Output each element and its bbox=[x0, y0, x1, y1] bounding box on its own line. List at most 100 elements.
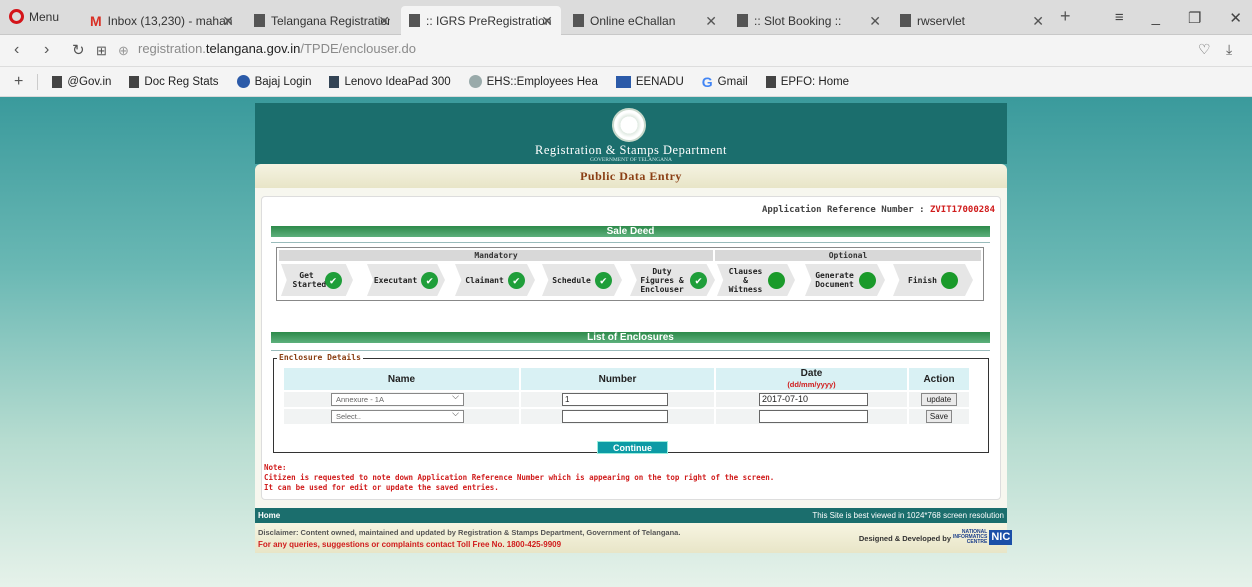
bookmark-doc-reg-stats[interactable]: Doc Reg Stats bbox=[129, 75, 219, 88]
table-row: Select.. Save bbox=[284, 407, 971, 424]
enclosure-name-select[interactable]: Annexure - 1A bbox=[331, 391, 464, 406]
enclosure-number-input[interactable] bbox=[562, 410, 668, 423]
step-schedule[interactable]: Schedule ✔ bbox=[542, 264, 622, 296]
telangana-emblem-icon bbox=[612, 108, 646, 142]
page-icon bbox=[129, 75, 140, 88]
enclosure-details-fieldset: Enclosure Details Name Number Date (dd/mm… bbox=[273, 353, 989, 454]
step-claimant[interactable]: Claimant ✔ bbox=[455, 264, 535, 296]
developed-by-text: Designed & Developed by bbox=[858, 534, 951, 543]
toll-free-text: For any queries, suggestions or complain… bbox=[258, 540, 562, 549]
page-icon bbox=[409, 14, 420, 27]
heart-icon[interactable]: ♡ bbox=[1198, 41, 1211, 58]
table-header-row: Name Number Date (dd/mm/yyyy) Action bbox=[284, 368, 971, 391]
table-row: Annexure - 1A 1 2017-07-10 update bbox=[284, 390, 971, 408]
page-icon bbox=[52, 75, 63, 88]
optional-group-header: Optional bbox=[715, 250, 981, 261]
reload-icon[interactable]: ↻ bbox=[72, 41, 85, 59]
gmail-icon: M bbox=[90, 12, 102, 29]
enclosures-title: List of Enclosures bbox=[271, 332, 990, 343]
save-button[interactable]: Save bbox=[926, 410, 952, 423]
bookmark-eenadu[interactable]: EENADU bbox=[615, 75, 684, 88]
enclosure-table: Name Number Date (dd/mm/yyyy) Action Anne… bbox=[284, 368, 971, 424]
site-header: Registration & Stamps Department GOVERNM… bbox=[255, 103, 1007, 164]
forward-icon[interactable]: › bbox=[44, 41, 49, 59]
section-title: Public Data Entry bbox=[255, 164, 1007, 188]
note-block: Note: Citizen is requested to note down … bbox=[264, 463, 774, 493]
site-container: Registration & Stamps Department GOVERNM… bbox=[255, 103, 1013, 587]
restore-icon[interactable]: ❐ bbox=[1188, 9, 1201, 27]
close-icon[interactable]: ✕ bbox=[1032, 13, 1044, 30]
check-icon: ✔ bbox=[690, 271, 707, 289]
note-title: Note: bbox=[264, 463, 287, 472]
deed-title: Sale Deed bbox=[271, 226, 990, 237]
application-reference: Application Reference Number : ZVIT17000… bbox=[761, 205, 995, 215]
close-icon[interactable]: ✕ bbox=[705, 13, 717, 30]
google-icon: G bbox=[701, 73, 713, 90]
update-button[interactable]: update bbox=[921, 393, 957, 406]
new-tab-icon[interactable]: + bbox=[1060, 6, 1071, 27]
add-bookmark-icon[interactable]: + bbox=[14, 73, 23, 91]
tab-rwservlet[interactable]: rwservlet ✕ bbox=[892, 6, 1052, 35]
back-icon[interactable]: ‹ bbox=[14, 41, 19, 59]
department-name: Registration & Stamps Department bbox=[534, 143, 727, 157]
opera-menu[interactable]: Menu bbox=[9, 9, 59, 24]
tab-online-echallan[interactable]: Online eChallan ✕ bbox=[565, 6, 725, 35]
step-generate-document[interactable]: Generate Document bbox=[805, 264, 885, 296]
bookmark-ehs[interactable]: EHS::Employees Hea bbox=[468, 75, 598, 88]
step-finish[interactable]: Finish bbox=[893, 264, 973, 296]
check-icon: ✔ bbox=[594, 271, 612, 289]
enclosure-date-input[interactable]: 2017-07-10 bbox=[759, 393, 868, 406]
continue-button[interactable]: Continue bbox=[597, 441, 668, 454]
minimize-icon[interactable]: _ bbox=[1152, 9, 1160, 27]
enclosure-number-input[interactable]: 1 bbox=[562, 393, 668, 406]
tab-gmail[interactable]: M Inbox (13,230) - mahan ✕ bbox=[82, 6, 242, 35]
pending-dot-icon bbox=[940, 271, 958, 289]
tab-menu-icon[interactable]: ≡ bbox=[1115, 9, 1124, 27]
header-action: Action bbox=[908, 368, 971, 391]
download-icon[interactable]: ⤓ bbox=[1226, 41, 1232, 58]
bookmark-gmail[interactable]: G Gmail bbox=[702, 74, 748, 90]
progress-steps: Mandatory Optional Get Started ✔ Executa… bbox=[276, 247, 984, 301]
bookmarks-bar: + @Gov.in Doc Reg Stats Bajaj Login Leno… bbox=[0, 67, 1252, 97]
page-icon bbox=[254, 14, 265, 27]
close-window-icon[interactable]: ✕ bbox=[1229, 9, 1242, 27]
step-executant[interactable]: Executant ✔ bbox=[367, 264, 445, 296]
divider bbox=[271, 242, 990, 243]
page-icon bbox=[573, 14, 584, 27]
close-icon[interactable]: ✕ bbox=[378, 13, 390, 30]
enclosure-date-input[interactable] bbox=[759, 410, 868, 423]
home-link[interactable]: Home bbox=[258, 511, 280, 520]
laptop-icon bbox=[329, 75, 340, 88]
bookmark-epfo[interactable]: EPFO: Home bbox=[765, 75, 849, 88]
bookmark-lenovo[interactable]: Lenovo IdeaPad 300 bbox=[329, 75, 451, 88]
close-icon[interactable]: ✕ bbox=[869, 13, 881, 30]
enclosure-name-select[interactable]: Select.. bbox=[331, 408, 464, 423]
footer-bar: Home This Site is best viewed in 1024*76… bbox=[255, 508, 1007, 523]
bookmark-bajaj-login[interactable]: Bajaj Login bbox=[236, 75, 311, 88]
close-icon[interactable]: ✕ bbox=[541, 13, 553, 30]
note-line-1: Citizen is requested to note down Applic… bbox=[264, 473, 775, 482]
step-duty-figures[interactable]: Duty Figures & Enclouser ✔ bbox=[630, 264, 715, 296]
tab-igrs-preregistration[interactable]: :: IGRS PreRegistration :: ✕ bbox=[401, 6, 561, 35]
bookmark-gov-in[interactable]: @Gov.in bbox=[52, 75, 111, 88]
pending-dot-icon bbox=[858, 271, 876, 289]
tab-telangana-registration[interactable]: Telangana Registration ✕ bbox=[246, 6, 398, 35]
address-bar-row: ‹ › ↻ ⊞ ⊕ registration.telangana.gov.in/… bbox=[0, 35, 1252, 67]
browser-tab-bar: Menu M Inbox (13,230) - mahan ✕ Telangan… bbox=[0, 0, 1252, 35]
check-icon: ✔ bbox=[507, 271, 525, 289]
url-field[interactable]: registration.telangana.gov.in/TPDE/enclo… bbox=[138, 41, 416, 56]
government-name: GOVERNMENT OF TELANGANA bbox=[590, 157, 672, 163]
speed-dial-icon[interactable]: ⊞ bbox=[96, 43, 107, 59]
opera-logo-icon bbox=[9, 9, 24, 24]
page-icon bbox=[900, 14, 911, 27]
nic-logo: NATIONAL INFORMATICS CENTRE NIC bbox=[953, 529, 1013, 545]
step-clauses-witness[interactable]: Clauses & Witness bbox=[717, 264, 795, 296]
enclosure-legend: Enclosure Details bbox=[277, 353, 363, 362]
header-number: Number bbox=[520, 368, 716, 391]
pending-dot-icon bbox=[767, 271, 785, 289]
divider bbox=[271, 350, 990, 351]
tab-slot-booking[interactable]: :: Slot Booking :: ✕ bbox=[729, 6, 889, 35]
close-icon[interactable]: ✕ bbox=[222, 13, 234, 30]
disclaimer-text: Disclaimer: Content owned, maintained an… bbox=[258, 528, 681, 537]
step-get-started[interactable]: Get Started ✔ bbox=[281, 264, 353, 296]
